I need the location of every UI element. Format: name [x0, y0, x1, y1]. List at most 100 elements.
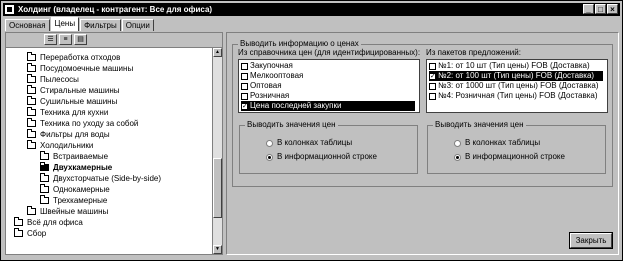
tree-node[interactable]: Встраиваемые: [40, 151, 108, 162]
category-tree[interactable]: Переработка отходов Посудомоечные машины П…: [6, 48, 212, 254]
list-item[interactable]: Мелкооптовая: [241, 71, 415, 81]
list-item-label: №1: от 10 шт (Тип цены) FOB (Доставка): [438, 61, 590, 70]
left-radio-info-line[interactable]: В информационной строке: [266, 152, 377, 162]
list-item-label: Розничная: [250, 91, 290, 100]
left-display-group: Выводить значения цен В колонках таблицы…: [239, 120, 418, 174]
checkbox-icon[interactable]: [241, 72, 248, 80]
checkbox-icon[interactable]: [429, 62, 436, 70]
tree-node-label: Всё для офиса: [27, 218, 83, 227]
right-radio-info-line[interactable]: В информационной строке: [454, 152, 565, 162]
checkbox-icon[interactable]: [241, 62, 248, 70]
list-view-icon[interactable]: ▤: [74, 34, 87, 45]
tree-node[interactable]: Техника для кухни: [27, 107, 108, 118]
tree-node[interactable]: Пылесосы: [27, 74, 79, 85]
hierarchy-view-icon[interactable]: ≡: [59, 34, 72, 45]
tab-filters[interactable]: Фильтры: [80, 19, 121, 31]
tree-node[interactable]: Сбор: [14, 228, 46, 239]
list-item[interactable]: Розничная: [241, 91, 415, 101]
close-window-button[interactable]: ×: [607, 4, 618, 14]
folder-icon: [27, 85, 36, 94]
folder-icon: [40, 162, 49, 171]
checkbox-icon[interactable]: [241, 92, 248, 100]
checkbox-checked-icon[interactable]: ✓: [429, 72, 436, 80]
price-directory-list[interactable]: Закупочная Мелкооптовая Оптовая Розничная ✓ Ц…: [238, 59, 420, 113]
list-item-label: №2: от 100 шт (Тип цены) FOB (Доставка): [438, 71, 595, 80]
tab-options[interactable]: Опции: [121, 19, 154, 31]
tree-node[interactable]: Всё для офиса: [14, 217, 83, 228]
folder-icon: [14, 228, 23, 237]
folder-icon: [27, 140, 36, 149]
list-item[interactable]: ✓ №2: от 100 шт (Тип цены) FOB (Доставка): [429, 71, 603, 81]
radio-on-icon: [454, 153, 461, 161]
tree-node-label: Посудомоечные машины: [40, 64, 134, 73]
folder-icon: [40, 173, 49, 182]
list-item-label: №4: Розничная (Тип цены) FOB (Доставка): [438, 91, 598, 100]
list-item[interactable]: №3: от 1000 шт (Тип цены) FOB (Доставка): [429, 81, 603, 91]
tree-node[interactable]: Сушильные машины: [27, 96, 117, 107]
radio-on-icon: [266, 153, 273, 161]
tree-node[interactable]: Холодильники: [27, 140, 93, 151]
app-icon: [5, 5, 14, 14]
tree-node-label: Швейные машины: [40, 207, 109, 216]
checkbox-icon[interactable]: [429, 82, 436, 90]
tree-node[interactable]: Двухкамерные: [40, 162, 112, 173]
tree-node[interactable]: Однокамерные: [40, 184, 110, 195]
tree-node-label: Техника для кухни: [40, 108, 109, 117]
checkbox-icon[interactable]: [429, 92, 436, 100]
folder-icon: [27, 129, 36, 138]
tree-node[interactable]: Трехкамерные: [40, 195, 107, 206]
list-item[interactable]: №4: Розничная (Тип цены) FOB (Доставка): [429, 91, 603, 101]
tree-node-label: Фильтры для воды: [40, 130, 110, 139]
tree-scrollbar[interactable]: ▲ ▼: [212, 48, 222, 254]
checkbox-icon[interactable]: [241, 82, 248, 90]
tree-node[interactable]: Стиральные машины: [27, 85, 120, 96]
checkbox-checked-icon[interactable]: ✓: [241, 102, 248, 110]
maximize-button[interactable]: □: [595, 4, 606, 14]
folder-icon: [27, 96, 36, 105]
tree-node[interactable]: Переработка отходов: [27, 52, 120, 63]
list-item[interactable]: ✓ Цена последней закупки: [241, 101, 415, 111]
right-display-group: Выводить значения цен В колонках таблицы…: [427, 120, 606, 174]
tree-node-label: Трехкамерные: [53, 196, 108, 205]
tree-node[interactable]: Техника по уходу за собой: [27, 118, 138, 129]
tree-view-icon[interactable]: ☰: [44, 34, 57, 45]
scroll-up-icon[interactable]: ▲: [213, 48, 222, 57]
tab-prices[interactable]: Цены: [50, 17, 80, 31]
right-radio-table-columns[interactable]: В колонках таблицы: [454, 138, 540, 148]
folder-icon: [40, 151, 49, 160]
list-item-label: Цена последней закупки: [250, 101, 342, 110]
tree-panel: ☰ ≡ ▤ Переработка отходов Посудомоечные м…: [5, 32, 223, 255]
left-display-label: Выводить значения цен: [245, 120, 338, 130]
tab-main[interactable]: Основная: [5, 19, 50, 31]
price-info-group: Выводить информацию о ценах Из справочни…: [232, 39, 613, 187]
list-item-label: Закупочная: [250, 61, 293, 70]
tree-node[interactable]: Швейные машины: [27, 206, 108, 217]
tree-node-label: Сбор: [27, 229, 47, 238]
tree-node-label: Двухкамерные: [53, 163, 113, 172]
right-display-label: Выводить значения цен: [433, 120, 526, 130]
tree-node-label: Однокамерные: [53, 185, 110, 194]
tree-node-label: Встраиваемые: [53, 152, 109, 161]
tree-node-label: Двухсторчатые (Side-by-side): [53, 174, 162, 183]
left-radio-table-columns[interactable]: В колонках таблицы: [266, 138, 352, 148]
list-item[interactable]: №1: от 10 шт (Тип цены) FOB (Доставка): [429, 61, 603, 71]
folder-icon: [27, 74, 36, 83]
tree-node[interactable]: Двухсторчатые (Side-by-side): [40, 173, 161, 184]
tree-node[interactable]: Посудомоечные машины: [27, 63, 133, 74]
list-item-label: Мелкооптовая: [250, 71, 304, 80]
scroll-thumb[interactable]: [213, 158, 222, 218]
folder-icon: [27, 63, 36, 72]
folder-icon: [27, 52, 36, 61]
main-window: Холдинг (владелец - контрагент: Все для …: [0, 0, 623, 261]
title-bar[interactable]: Холдинг (владелец - контрагент: Все для …: [3, 3, 620, 16]
offer-packages-list[interactable]: №1: от 10 шт (Тип цены) FOB (Доставка) ✓ №…: [426, 59, 608, 113]
scroll-down-icon[interactable]: ▼: [213, 245, 222, 254]
minimize-button[interactable]: _: [583, 4, 594, 14]
window-title: Холдинг (владелец - контрагент: Все для …: [18, 5, 213, 14]
list-item-label: Оптовая: [250, 81, 282, 90]
tree-node-label: Техника по уходу за собой: [40, 119, 139, 128]
list-item[interactable]: Оптовая: [241, 81, 415, 91]
tree-node[interactable]: Фильтры для воды: [27, 129, 110, 140]
close-button[interactable]: Закрыть: [569, 232, 613, 249]
list-item[interactable]: Закупочная: [241, 61, 415, 71]
